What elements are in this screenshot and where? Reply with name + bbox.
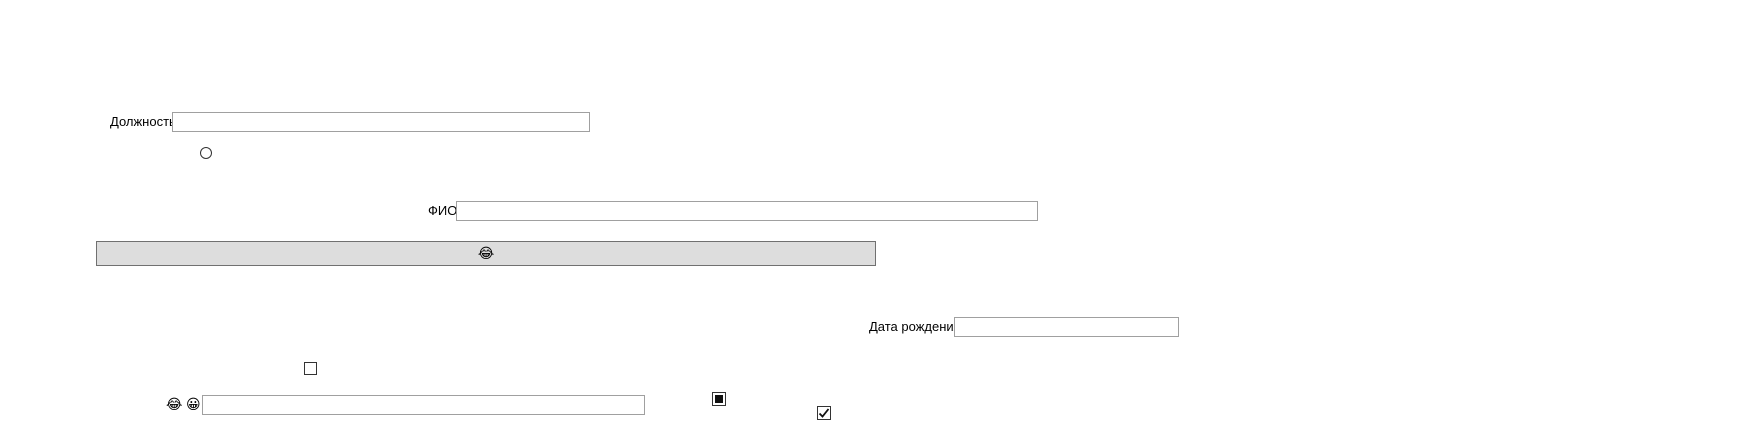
face-with-tears-of-joy-icon: 😂: [477, 245, 495, 262]
checkbox-indeterminate[interactable]: [712, 392, 726, 406]
position-field[interactable]: [172, 112, 590, 132]
bottom-text-field[interactable]: [202, 395, 645, 415]
checkbox-checked[interactable]: [817, 406, 831, 420]
checkbox-unchecked[interactable]: [304, 362, 317, 375]
grinning-face-icon: 😀: [186, 397, 201, 413]
fio-field[interactable]: [456, 201, 1038, 221]
birth-date-field[interactable]: [954, 317, 1179, 337]
checkmark-icon: [818, 408, 830, 418]
face-with-tears-of-joy-icon: 😂: [166, 397, 183, 413]
emoji-button[interactable]: 😂: [96, 241, 876, 266]
birth-date-label: Дата рождения: [869, 319, 961, 334]
position-label: Должность: [110, 114, 176, 129]
fio-label: ФИО: [428, 203, 458, 218]
indeterminate-mark: [715, 395, 723, 403]
radio-button[interactable]: [200, 147, 212, 159]
